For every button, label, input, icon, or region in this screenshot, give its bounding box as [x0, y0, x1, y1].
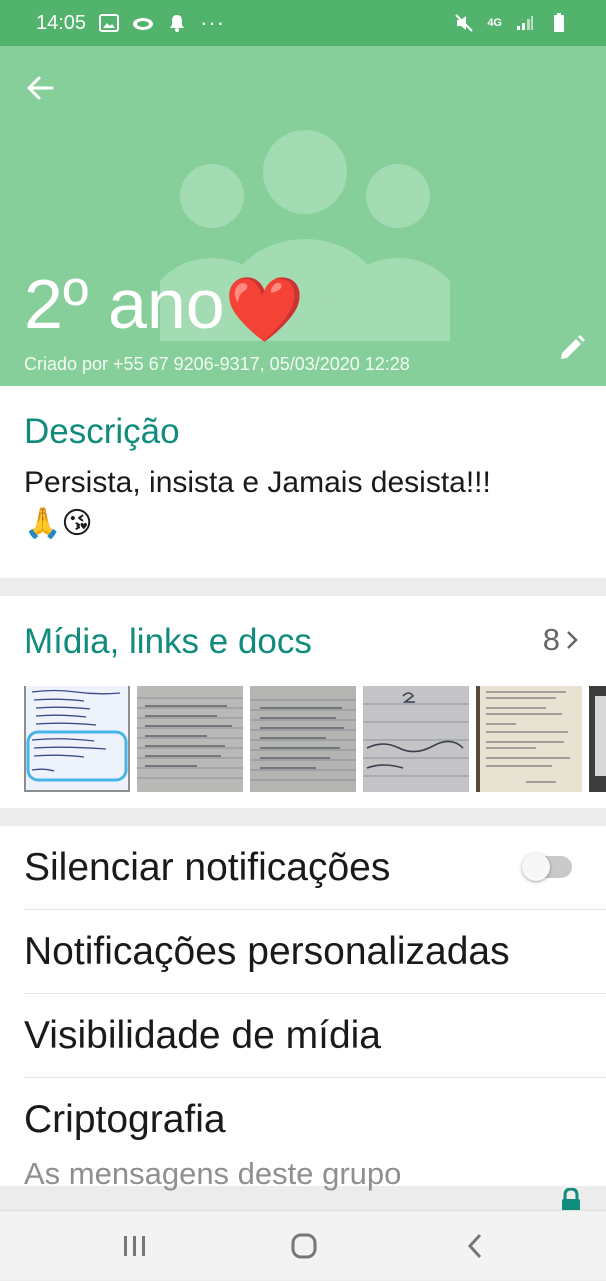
media-title[interactable]: Mídia, links e docs [24, 622, 312, 662]
cloud-icon [132, 12, 154, 34]
arrow-left-icon [27, 76, 54, 100]
media-visibility-label: Visibilidade de mídia [24, 1014, 381, 1057]
home-icon [291, 1233, 317, 1259]
back-button[interactable] [18, 68, 62, 108]
media-thumbnail[interactable] [137, 686, 243, 792]
heart-emoji: ❤️ [224, 273, 305, 346]
group-title: 2º ano❤️ [24, 264, 304, 350]
description-body: Persista, insista e Jamais desista!!! [24, 466, 491, 499]
description-title: Descrição [24, 412, 180, 451]
mute-icon [453, 12, 475, 34]
home-button[interactable] [259, 1211, 349, 1281]
settings-card: Silenciar notificações Notificações pers… [0, 826, 606, 1213]
custom-notifications-row[interactable]: Notificações personalizadas [24, 910, 606, 994]
media-card: Mídia, links e docs 8 [0, 596, 606, 808]
recent-apps-button[interactable] [90, 1211, 180, 1281]
edit-group-button[interactable] [552, 328, 592, 368]
encryption-description: As mensagens deste grupo [24, 1156, 402, 1191]
recents-icon [124, 1236, 145, 1256]
media-thumbnail[interactable] [589, 686, 606, 792]
media-count-link[interactable]: 8 [543, 622, 578, 658]
custom-notifications-label: Notificações personalizadas [24, 930, 510, 973]
network-type: 4G [487, 17, 502, 29]
chevron-right-icon [567, 631, 578, 649]
battery-icon [548, 12, 570, 34]
group-header: 2º ano❤️ Criado por +55 67 9206-9317, 05… [0, 46, 606, 386]
status-bar: 14:05 ··· 4G [0, 0, 606, 46]
status-time: 14:05 [36, 11, 87, 34]
more-notifications-dots: ··· [200, 10, 226, 35]
media-visibility-row[interactable]: Visibilidade de mídia [24, 994, 606, 1078]
media-thumbnail[interactable] [24, 686, 130, 792]
description-emojis: 🙏😘 [24, 507, 93, 540]
system-nav-bar [0, 1210, 606, 1280]
media-thumbnails [24, 686, 606, 792]
pencil-icon [561, 335, 585, 359]
description-card[interactable]: Descrição Persista, insista e Jamais des… [0, 386, 606, 578]
signal-icon [514, 12, 536, 34]
media-thumbnail[interactable] [363, 686, 469, 792]
bell-icon [166, 12, 188, 34]
gallery-icon [98, 12, 120, 34]
media-count: 8 [542, 622, 560, 657]
system-back-button[interactable] [430, 1211, 520, 1281]
toggle-knob [522, 853, 550, 881]
description-text: Persista, insista e Jamais desista!!! 🙏😘 [24, 462, 584, 544]
group-name: 2º ano [24, 265, 225, 343]
media-thumbnail[interactable] [250, 686, 356, 792]
mute-notifications-row[interactable]: Silenciar notificações [24, 826, 606, 910]
chevron-left-icon [467, 1233, 482, 1259]
media-thumbnail[interactable] [476, 686, 582, 792]
created-by-text: Criado por +55 67 9206-9317, 05/03/2020 … [24, 354, 410, 374]
encryption-label: Criptografia [24, 1098, 226, 1141]
mute-notifications-label: Silenciar notificações [24, 846, 391, 889]
mute-notifications-toggle[interactable] [522, 853, 572, 881]
